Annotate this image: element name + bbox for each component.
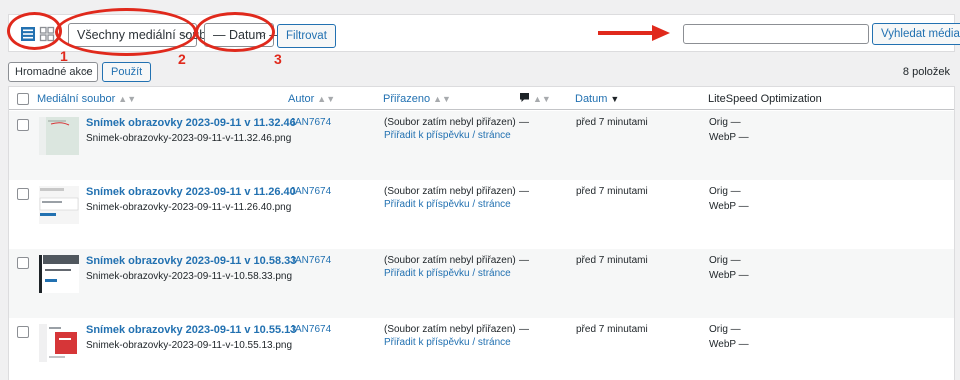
column-litespeed: LiteSpeed Optimization xyxy=(708,93,822,105)
thumbnail-image[interactable] xyxy=(39,324,79,362)
column-attached-label: Přiřazeno xyxy=(383,93,431,105)
attached-status: (Soubor zatím nebyl přiřazen) xyxy=(384,186,516,197)
litespeed-webp: WebP — xyxy=(709,201,749,212)
sort-icon: ▲▼ xyxy=(433,94,451,104)
author-link[interactable]: JAN7674 xyxy=(290,324,331,335)
filter-button[interactable]: Filtrovat xyxy=(277,24,336,48)
row-checkbox[interactable] xyxy=(17,119,29,131)
media-filename: Snimek-obrazovky-2023-09-11-v-11.26.40.p… xyxy=(86,202,292,213)
thumbnail-image[interactable] xyxy=(39,117,79,155)
column-file[interactable]: Mediální soubor ▲▼ xyxy=(37,93,136,105)
author-link[interactable]: JAN7674 xyxy=(290,255,331,266)
media-list-table: Mediální soubor ▲▼ Autor ▲▼ Přiřazeno ▲▼ ▲▼… xyxy=(8,86,955,380)
row-checkbox[interactable] xyxy=(17,188,29,200)
upload-date: před 7 minutami xyxy=(576,255,648,266)
row-checkbox[interactable] xyxy=(17,326,29,338)
comments-count: — xyxy=(519,255,529,266)
column-date[interactable]: Datum ▼ xyxy=(575,93,619,105)
attach-link[interactable]: Přiřadit k příspěvku / stránce xyxy=(384,199,511,210)
column-attached[interactable]: Přiřazeno ▲▼ xyxy=(383,93,451,105)
media-title-link[interactable]: Snímek obrazovky 2023-09-11 v 10.58.33 xyxy=(86,255,296,267)
media-title-link[interactable]: Snímek obrazovky 2023-09-11 v 10.55.13 xyxy=(86,324,296,336)
upload-date: před 7 minutami xyxy=(576,324,648,335)
item-count: 8 položek xyxy=(902,66,950,78)
litespeed-webp: WebP — xyxy=(709,132,749,143)
column-author[interactable]: Autor ▲▼ xyxy=(288,93,335,105)
media-filename: Snimek-obrazovky-2023-09-11-v-10.58.33.p… xyxy=(86,271,293,282)
column-author-label: Autor xyxy=(288,93,315,105)
table-row: Snímek obrazovky 2023-09-11 v 10.55.13 S… xyxy=(9,318,954,380)
column-date-label: Datum xyxy=(575,93,608,105)
thumbnail-image[interactable] xyxy=(39,255,79,293)
attach-link[interactable]: Přiřadit k příspěvku / stránce xyxy=(384,268,511,279)
comments-count: — xyxy=(519,186,529,197)
attached-status: (Soubor zatím nebyl přiřazen) xyxy=(384,117,516,128)
annotation-ellipse-1 xyxy=(7,12,62,50)
column-file-label: Mediální soubor xyxy=(37,93,116,105)
chevron-down-icon: ⌵ xyxy=(82,65,90,76)
litespeed-orig: Orig — xyxy=(709,186,741,197)
sort-icon: ▲▼ xyxy=(533,94,551,104)
litespeed-orig: Orig — xyxy=(709,117,741,128)
annotation-ellipse-3 xyxy=(195,12,275,52)
bulk-actions-label: Hromadné akce xyxy=(15,66,93,78)
comments-count: — xyxy=(519,324,529,335)
sort-icon: ▲▼ xyxy=(118,94,137,104)
attached-status: (Soubor zatím nebyl přiřazen) xyxy=(384,255,516,266)
thumbnail-image[interactable] xyxy=(39,186,79,224)
sort-desc-icon: ▼ xyxy=(610,94,620,104)
author-link[interactable]: JAN7674 xyxy=(290,117,331,128)
upload-date: před 7 minutami xyxy=(576,186,648,197)
bulk-actions-select[interactable]: Hromadné akce ⌵ xyxy=(8,62,98,82)
media-filename: Snimek-obrazovky-2023-09-11-v-11.32.46.p… xyxy=(86,133,292,144)
media-title-link[interactable]: Snímek obrazovky 2023-09-11 v 11.32.46 xyxy=(86,117,296,129)
comments-count: — xyxy=(519,117,529,128)
media-filename: Snimek-obrazovky-2023-09-11-v-10.55.13.p… xyxy=(86,340,293,351)
upload-date: před 7 minutami xyxy=(576,117,648,128)
column-comments[interactable]: ▲▼ xyxy=(519,92,551,105)
comment-bubble-icon xyxy=(520,93,529,102)
attach-link[interactable]: Přiřadit k příspěvku / stránce xyxy=(384,337,511,348)
table-header: Mediální soubor ▲▼ Autor ▲▼ Přiřazeno ▲▼ ▲▼… xyxy=(9,87,954,110)
annotation-number-3: 3 xyxy=(274,51,282,67)
attach-link[interactable]: Přiřadit k příspěvku / stránce xyxy=(384,130,511,141)
litespeed-orig: Orig — xyxy=(709,324,741,335)
table-row: Snímek obrazovky 2023-09-11 v 10.58.33 S… xyxy=(9,249,954,318)
annotation-arrow-icon xyxy=(598,25,670,41)
apply-bulk-button[interactable]: Použít xyxy=(102,62,152,82)
author-link[interactable]: JAN7674 xyxy=(290,186,331,197)
media-title-link[interactable]: Snímek obrazovky 2023-09-11 v 11.26.40 xyxy=(86,186,296,198)
table-row: Snímek obrazovky 2023-09-11 v 11.32.46 S… xyxy=(9,111,954,180)
attached-status: (Soubor zatím nebyl přiřazen) xyxy=(384,324,516,335)
media-search-input[interactable] xyxy=(683,24,869,44)
litespeed-orig: Orig — xyxy=(709,255,741,266)
row-checkbox[interactable] xyxy=(17,257,29,269)
annotation-number-2: 2 xyxy=(178,51,186,67)
litespeed-webp: WebP — xyxy=(709,339,749,350)
sort-icon: ▲▼ xyxy=(317,94,336,104)
table-row: Snímek obrazovky 2023-09-11 v 11.26.40 S… xyxy=(9,180,954,249)
litespeed-webp: WebP — xyxy=(709,270,749,281)
annotation-ellipse-2 xyxy=(55,8,197,56)
search-media-button[interactable]: Vyhledat média xyxy=(872,23,960,45)
select-all-checkbox[interactable] xyxy=(17,93,29,105)
